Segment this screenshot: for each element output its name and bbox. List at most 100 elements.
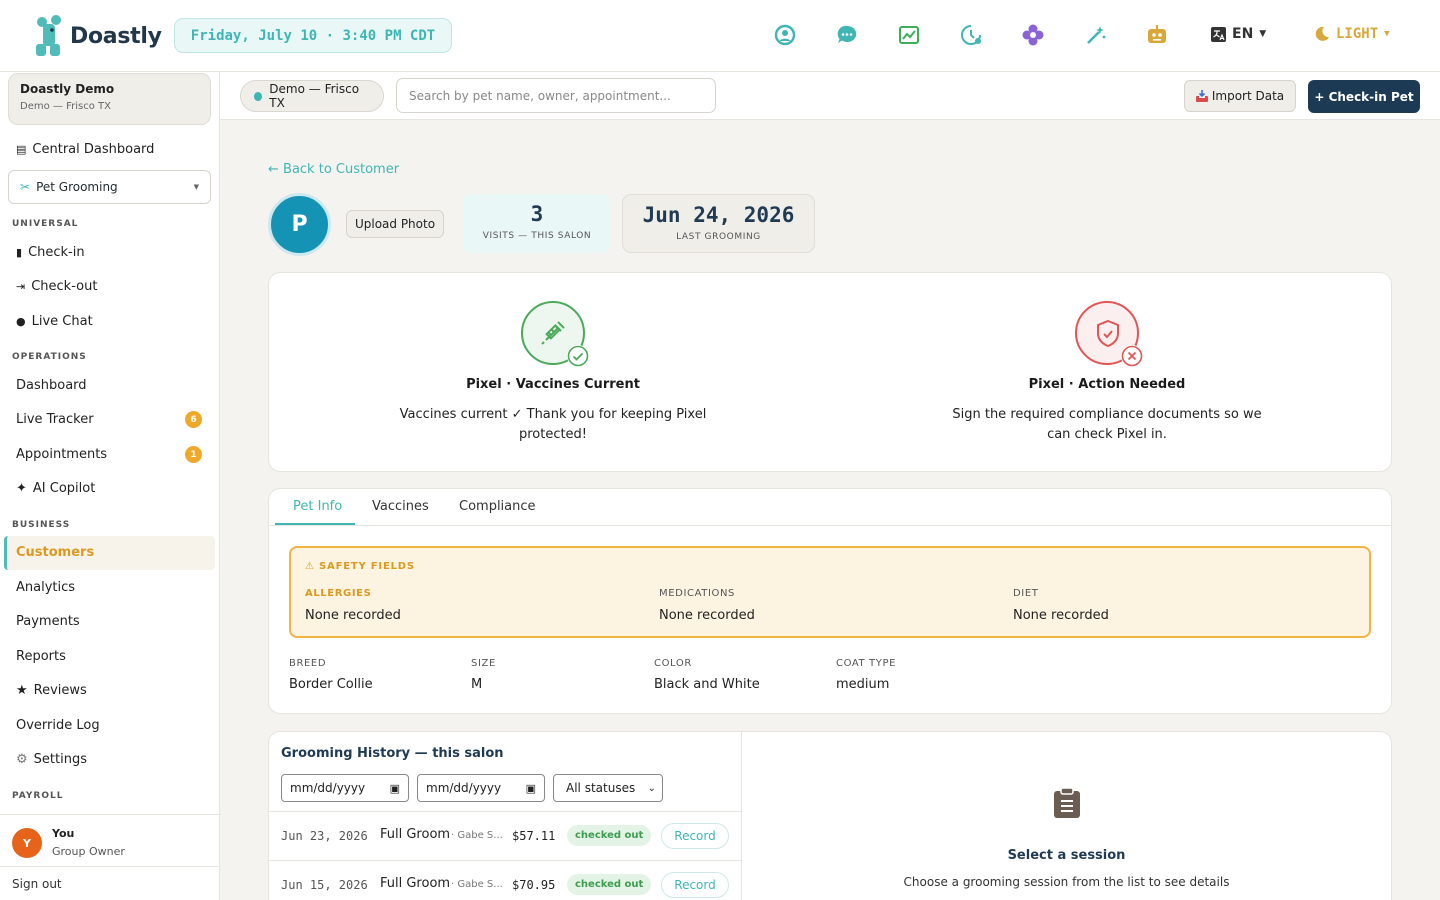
compliance-status-desc: Sign the required compliance documents s… bbox=[952, 407, 1262, 442]
translate-icon bbox=[1211, 26, 1226, 42]
record-button[interactable]: Record bbox=[661, 823, 729, 849]
caret-down-icon: ▼ bbox=[1259, 29, 1267, 39]
clock-icon[interactable] bbox=[958, 22, 984, 48]
org-switcher[interactable]: Doastly Demo Demo — Frisco TX bbox=[8, 73, 211, 125]
row-service: Full Groom bbox=[380, 827, 451, 842]
row-date: Jun 23, 2026 bbox=[281, 829, 368, 843]
sidebar-item-appointments[interactable]: Appointments bbox=[16, 447, 107, 462]
clipboard-icon bbox=[1054, 787, 1080, 818]
sidebar-item-customers[interactable]: Customers bbox=[16, 545, 94, 560]
sidebar-item-live-chat[interactable]: ● Live Chat bbox=[16, 314, 93, 329]
size-value: M bbox=[471, 677, 483, 692]
sidebar-item-label: Analytics bbox=[16, 580, 76, 595]
table-row[interactable]: Jun 15, 2026 Full Groom · Gabe S... $70.… bbox=[269, 860, 741, 900]
sidebar-item-label: Dashboard bbox=[16, 378, 87, 393]
check-in-pet-button[interactable]: + Check-in Pet bbox=[1308, 80, 1420, 113]
row-date: Jun 15, 2026 bbox=[281, 878, 368, 892]
grooming-history-title: Grooming History — this salon bbox=[281, 746, 504, 761]
record-button[interactable]: Record bbox=[661, 872, 729, 898]
exit-icon: ⇥ bbox=[16, 280, 26, 293]
vaccine-status-title: Pixel · Vaccines Current bbox=[466, 377, 640, 392]
robot-icon[interactable] bbox=[1144, 22, 1170, 48]
theme-label: LIGHT bbox=[1336, 26, 1379, 42]
module-selector[interactable]: ✂ Pet Grooming ▼ bbox=[8, 170, 211, 204]
upload-photo-button[interactable]: Upload Photo bbox=[346, 210, 444, 238]
row-groomer: · Gabe S... bbox=[451, 830, 503, 841]
star-icon: ★ bbox=[16, 683, 28, 698]
user-name: You bbox=[52, 827, 75, 840]
status-badge: checked out bbox=[567, 874, 652, 895]
sidebar-item-label: Override Log bbox=[16, 718, 100, 733]
breed-value: Border Collie bbox=[289, 677, 373, 692]
sidebar-item-override-log[interactable]: Override Log bbox=[16, 718, 100, 733]
vaccine-status-desc: Vaccines current ✓ Thank you for keeping… bbox=[399, 407, 707, 442]
avatar: Y bbox=[12, 828, 42, 858]
location-pill[interactable]: Demo — Frisco TX bbox=[240, 80, 384, 112]
sidebar-item-label: Settings bbox=[33, 752, 87, 767]
sidebar-item-label: Payments bbox=[16, 614, 80, 629]
sidebar-item-central-dashboard[interactable]: ▤ Central Dashboard bbox=[16, 142, 154, 157]
sidebar-item-settings[interactable]: ⚙ Settings bbox=[16, 752, 87, 767]
user-circle-icon[interactable] bbox=[772, 22, 798, 48]
tab-pet-info[interactable]: Pet Info bbox=[293, 499, 342, 514]
sidebar-item-dashboard[interactable]: Dashboard bbox=[16, 378, 87, 393]
row-amount: $70.95 bbox=[512, 878, 556, 892]
color-value: Black and White bbox=[654, 677, 760, 692]
appointments-badge: 1 bbox=[185, 446, 202, 463]
date-to-input[interactable]: mm/dd/yyyy ▣ bbox=[417, 774, 545, 802]
sign-out-link[interactable]: Sign out bbox=[0, 866, 220, 900]
app-logo[interactable]: Doastly bbox=[32, 14, 162, 58]
flower-icon[interactable] bbox=[1020, 22, 1046, 48]
clipboard-icon: ▮ bbox=[16, 246, 23, 259]
visits-value: 3 bbox=[530, 202, 544, 226]
language-selector[interactable]: EN ▼ bbox=[1211, 26, 1266, 42]
section-operations: OPERATIONS bbox=[12, 352, 87, 362]
table-row[interactable]: Jun 23, 2026 Full Groom · Gabe S... $57.… bbox=[269, 811, 741, 860]
breed-label: BREED bbox=[289, 658, 327, 669]
chat-bubble-icon[interactable] bbox=[834, 22, 860, 48]
sidebar-item-check-in[interactable]: ▮ Check-in bbox=[16, 245, 85, 260]
last-grooming-value: Jun 24, 2026 bbox=[642, 203, 795, 227]
color-label: COLOR bbox=[654, 658, 692, 669]
sidebar-item-label: Reviews bbox=[33, 683, 87, 698]
magic-wand-icon[interactable] bbox=[1083, 22, 1109, 48]
moon-icon bbox=[1315, 26, 1329, 41]
tab-compliance[interactable]: Compliance bbox=[459, 499, 536, 514]
medications-label: MEDICATIONS bbox=[659, 588, 735, 599]
sidebar-item-live-tracker[interactable]: Live Tracker bbox=[16, 412, 94, 427]
user-role: Group Owner bbox=[52, 845, 125, 858]
calendar-icon: ▣ bbox=[389, 781, 400, 795]
dashboard-icon: ▤ bbox=[16, 143, 27, 156]
vaccine-status: Pixel · Vaccines Current Vaccines curren… bbox=[363, 301, 743, 445]
sidebar-item-reports[interactable]: Reports bbox=[16, 649, 66, 664]
sidebar-item-label: Check-out bbox=[31, 279, 98, 294]
pet-status-card: Pixel · Vaccines Current Vaccines curren… bbox=[268, 272, 1392, 472]
back-to-customer-link[interactable]: ← Back to Customer bbox=[268, 162, 399, 177]
caret-down-icon: ▼ bbox=[193, 183, 199, 191]
sidebar-item-analytics[interactable]: Analytics bbox=[16, 580, 75, 595]
theme-selector[interactable]: LIGHT ▼ bbox=[1314, 26, 1390, 42]
sparkle-icon: ✦ bbox=[16, 481, 27, 496]
status-filter-value: All statuses bbox=[566, 781, 636, 795]
status-filter-select[interactable]: All statuses ⌄ bbox=[553, 774, 663, 802]
import-data-button[interactable]: Import Data bbox=[1184, 80, 1296, 112]
date-from-input[interactable]: mm/dd/yyyy ▣ bbox=[281, 774, 409, 802]
visits-stat: 3 VISITS — THIS SALON bbox=[463, 194, 611, 253]
app-name: Doastly bbox=[70, 23, 162, 49]
sidebar-item-payments[interactable]: Payments bbox=[16, 614, 80, 629]
sidebar-item-check-out[interactable]: ⇥ Check-out bbox=[16, 279, 97, 294]
chart-icon[interactable] bbox=[896, 22, 922, 48]
allergies-label: ALLERGIES bbox=[305, 588, 372, 599]
module-label: Pet Grooming bbox=[36, 180, 118, 194]
section-universal: UNIVERSAL bbox=[12, 219, 79, 229]
active-tab-indicator bbox=[275, 523, 355, 525]
sidebar-item-ai-copilot[interactable]: ✦ AI Copilot bbox=[16, 481, 95, 496]
sub-header: Demo — Frisco TX Import Data + Check-in … bbox=[220, 72, 1440, 120]
import-icon bbox=[1195, 90, 1208, 102]
date-to-placeholder: mm/dd/yyyy bbox=[426, 781, 502, 795]
user-profile[interactable]: Y You Group Owner bbox=[0, 814, 220, 866]
sidebar-item-label: Appointments bbox=[16, 447, 108, 462]
tab-vaccines[interactable]: Vaccines bbox=[372, 499, 429, 514]
sidebar-item-reviews[interactable]: ★ Reviews bbox=[16, 683, 87, 698]
search-input[interactable] bbox=[396, 78, 716, 113]
